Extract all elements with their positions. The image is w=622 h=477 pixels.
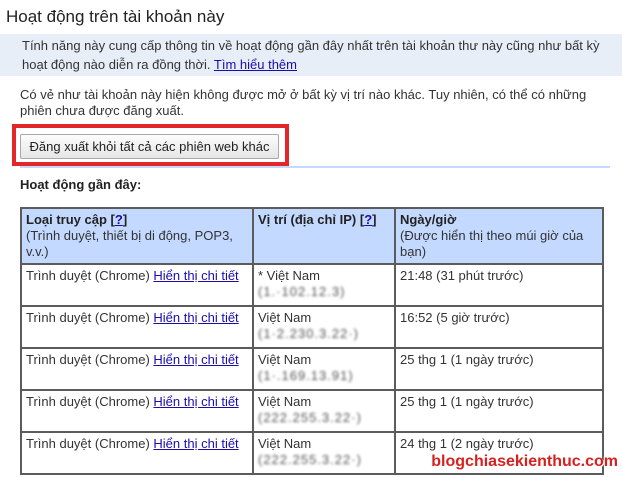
watermark: blogchiasekienthuc.com (431, 453, 618, 470)
access-type-help-link[interactable]: ? (115, 212, 123, 227)
location-cell: Việt Nam (222.255.3.22·) (252, 431, 396, 475)
logout-all-sessions-button[interactable]: Đăng xuất khỏi tất cả các phiên web khác (20, 134, 279, 159)
table-row: Trình duyệt (Chrome) Hiển thị chi tiết V… (20, 347, 604, 391)
access-type-cell: Trình duyệt (Chrome) Hiển thị chi tiết (20, 389, 254, 433)
show-details-link[interactable]: Hiển thị chi tiết (153, 310, 238, 325)
show-details-link[interactable]: Hiển thị chi tiết (153, 436, 238, 451)
header-location: Vị trí (địa chỉ IP) [?] (252, 207, 396, 265)
activity-table: Loại truy cập [?] (Trình duyệt, thiết bị… (20, 207, 604, 475)
access-type-cell: Trình duyệt (Chrome) Hiển thị chi tiết (20, 305, 254, 349)
location-cell: Việt Nam (1·2.230.3.22·) (252, 305, 396, 349)
location-cell: * Việt Nam (1.·102.12.3) (252, 263, 396, 307)
page-title: Hoạt động trên tài khoản này (0, 0, 622, 34)
table-row: Trình duyệt (Chrome) Hiển thị chi tiết V… (20, 389, 604, 433)
ip-address: (1.·102.12.3) (258, 284, 346, 299)
intro-text: Tính năng này cung cấp thông tin về hoạt… (22, 38, 600, 72)
show-details-link[interactable]: Hiển thị chi tiết (153, 394, 238, 409)
show-details-link[interactable]: Hiển thị chi tiết (153, 352, 238, 367)
datetime-cell: 21:48 (31 phút trước) (394, 263, 604, 307)
access-type-cell: Trình duyệt (Chrome) Hiển thị chi tiết (20, 263, 254, 307)
table-row: Trình duyệt (Chrome) Hiển thị chi tiết V… (20, 305, 604, 349)
show-details-link[interactable]: Hiển thị chi tiết (153, 268, 238, 283)
datetime-cell: 16:52 (5 giờ trước) (394, 305, 604, 349)
recent-activity-heading: Hoạt động gần đây: (20, 177, 142, 192)
ip-address: (222.255.3.22·) (258, 452, 362, 467)
header-access-type: Loại truy cập [?] (Trình duyệt, thiết bị… (20, 207, 254, 265)
datetime-cell: 25 thg 1 (1 ngày trước) (394, 347, 604, 391)
section-divider (20, 166, 610, 168)
table-header-row: Loại truy cập [?] (Trình duyệt, thiết bị… (20, 207, 604, 265)
location-cell: Việt Nam (222.255.3.22·) (252, 389, 396, 433)
ip-address: (1·.169.13.91) (258, 368, 354, 383)
sessions-note: Có vẻ như tài khoản này hiện không được … (20, 87, 587, 118)
learn-more-link[interactable]: Tìm hiểu thêm (214, 57, 297, 72)
intro-panel: Tính năng này cung cấp thông tin về hoạt… (0, 34, 622, 76)
access-type-cell: Trình duyệt (Chrome) Hiển thị chi tiết (20, 431, 254, 475)
ip-address: (1·2.230.3.22·) (258, 326, 359, 341)
access-type-cell: Trình duyệt (Chrome) Hiển thị chi tiết (20, 347, 254, 391)
datetime-cell: 25 thg 1 (1 ngày trước) (394, 389, 604, 433)
header-datetime: Ngày/giờ (Được hiển thị theo múi giờ của… (394, 207, 604, 265)
table-row: Trình duyệt (Chrome) Hiển thị chi tiết *… (20, 263, 604, 307)
ip-address: (222.255.3.22·) (258, 410, 362, 425)
location-cell: Việt Nam (1·.169.13.91) (252, 347, 396, 391)
location-help-link[interactable]: ? (364, 212, 372, 227)
